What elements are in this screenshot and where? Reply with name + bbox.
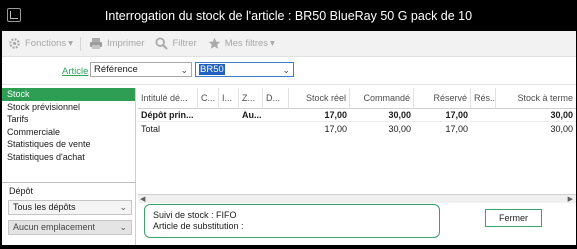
chevron-down-icon: ⌄ xyxy=(119,202,127,212)
column-header-intitule[interactable]: Intitulé dé... xyxy=(138,88,198,109)
fonctions-chevron-down-icon: ▾ xyxy=(68,38,73,49)
title-bar[interactable]: Interrogation du stock de l'article : BR… xyxy=(0,0,577,31)
article-reference-value: BR50 xyxy=(199,64,225,75)
chevron-down-icon: ⌄ xyxy=(282,65,290,75)
table-cell: 30,00 xyxy=(388,124,411,134)
nav-item-stock[interactable]: Stock xyxy=(2,88,135,101)
table-cell: 30,00 xyxy=(550,110,573,120)
depot-select-value: Tous les dépôts xyxy=(13,202,76,212)
nav-divider xyxy=(2,182,136,183)
depot-label: Dépôt xyxy=(9,186,34,196)
article-info-panel: Suivi de stock : FIFO Article de substit… xyxy=(144,204,440,238)
imprimer-label: Imprimer xyxy=(106,38,145,49)
toolbar-separator xyxy=(79,36,81,51)
emplacement-select[interactable]: Aucun emplacement ⌄ xyxy=(8,220,132,235)
table-cell: Dépôt prin... xyxy=(141,110,194,120)
table-cell: Au... xyxy=(242,110,262,120)
nav-item-statistiques-achat[interactable]: Statistiques d'achat xyxy=(2,151,135,164)
printer-icon xyxy=(89,38,102,49)
table-cell: 17,00 xyxy=(445,110,468,120)
table-cell: 30,00 xyxy=(388,110,411,120)
article-field-type-value: Référence xyxy=(94,64,138,75)
chevron-down-icon: ⌄ xyxy=(119,222,127,232)
column-header-stock-reel[interactable]: Stock réel xyxy=(289,88,350,109)
toolbar: Fonctions ▾ Imprimer Filtrer Mes filtres… xyxy=(2,31,576,57)
stock-grid: Intitulé dé... C... I... Z... D... Stock… xyxy=(138,88,576,195)
table-cell: Total xyxy=(141,124,161,134)
gear-icon xyxy=(9,38,20,49)
filtrer-button[interactable]: Filtrer xyxy=(155,37,197,50)
table-cell: 17,00 xyxy=(324,110,347,120)
star-icon xyxy=(208,37,221,49)
side-navigation: Stock Stock prévisionnel Tarifs Commerci… xyxy=(2,88,136,245)
imprimer-button[interactable]: Imprimer xyxy=(89,37,144,50)
article-substitution-text: Article de substitution : xyxy=(153,221,244,231)
client-area: Fonctions ▾ Imprimer Filtrer Mes filtres… xyxy=(2,31,576,245)
column-header-reserve[interactable]: Réservé xyxy=(414,88,471,109)
column-header-res[interactable]: Rés... xyxy=(471,88,496,109)
nav-item-stock-previsionnel[interactable]: Stock prévisionnel xyxy=(2,101,135,114)
suivi-stock-text: Suivi de stock : FIFO xyxy=(153,210,237,220)
article-reference-input[interactable]: BR50 ⌄ xyxy=(195,62,294,77)
window-title: Interrogation du stock de l'article : BR… xyxy=(104,9,473,23)
fonctions-button[interactable]: Fonctions ▾ xyxy=(8,37,73,50)
column-header-i[interactable]: I... xyxy=(219,88,239,109)
table-row[interactable]: Total 17,00 30,00 17,00 30,00 xyxy=(138,123,576,136)
table-cell: 30,00 xyxy=(550,124,573,134)
nav-item-tarifs[interactable]: Tarifs xyxy=(2,113,135,126)
depot-select[interactable]: Tous les dépôts ⌄ xyxy=(8,200,132,215)
scroll-left-icon[interactable]: ◀ xyxy=(140,195,145,203)
close-button[interactable]: Fermer xyxy=(485,209,542,227)
column-header-z[interactable]: Z... xyxy=(239,88,263,109)
search-icon xyxy=(155,37,169,50)
table-row[interactable]: Dépôt prin... Au... 17,00 30,00 17,00 30… xyxy=(138,109,576,122)
table-cell: 17,00 xyxy=(324,124,347,134)
column-header-c[interactable]: C... xyxy=(198,88,219,109)
filtrer-label: Filtrer xyxy=(172,38,197,49)
article-link[interactable]: Article xyxy=(62,66,88,77)
scroll-right-icon[interactable]: ▶ xyxy=(568,195,573,203)
mes-filtres-button[interactable]: Mes filtres ▾ xyxy=(208,37,275,50)
nav-item-statistiques-vente[interactable]: Statistiques de vente xyxy=(2,138,135,151)
nav-item-commerciale[interactable]: Commerciale xyxy=(2,126,135,139)
window-bottom-border xyxy=(0,245,577,249)
article-field-type-select[interactable]: Référence ⌄ xyxy=(90,62,192,77)
article-selector-row: Article Référence ⌄ BR50 ⌄ xyxy=(2,57,576,85)
mes-filtres-chevron-down-icon: ▾ xyxy=(270,38,275,49)
mes-filtres-label: Mes filtres xyxy=(224,38,269,49)
table-cell: 17,00 xyxy=(445,124,468,134)
chevron-down-icon: ⌄ xyxy=(180,65,188,75)
fonctions-label: Fonctions xyxy=(25,38,67,49)
column-header-commande[interactable]: Commandé xyxy=(350,88,414,109)
column-header-stock-a-terme[interactable]: Stock à terme xyxy=(496,88,576,109)
horizontal-scrollbar[interactable]: ◀ ▶ xyxy=(138,195,576,203)
emplacement-select-value: Aucun emplacement xyxy=(13,222,96,232)
app-window: Interrogation du stock de l'article : BR… xyxy=(0,0,577,249)
column-header-d[interactable]: D... xyxy=(263,88,289,109)
grid-header: Intitulé dé... C... I... Z... D... Stock… xyxy=(138,88,576,109)
